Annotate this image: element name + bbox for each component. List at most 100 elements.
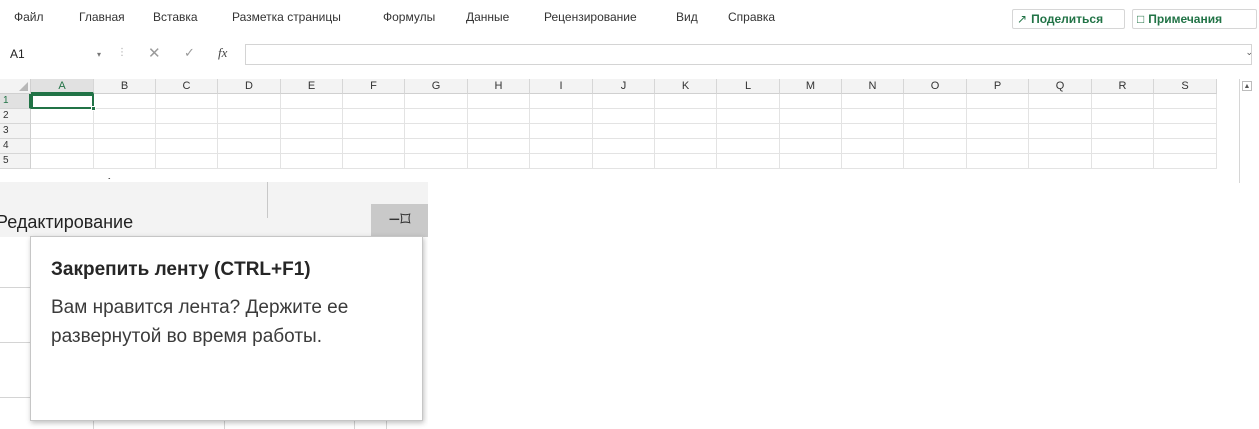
column-header-j[interactable]: J <box>593 79 655 94</box>
cell-a3[interactable] <box>31 124 94 139</box>
cell-n5[interactable] <box>842 154 904 169</box>
row-header-5[interactable]: 5 <box>0 154 31 169</box>
cell-d4[interactable] <box>218 139 281 154</box>
cell-m4[interactable] <box>780 139 842 154</box>
cell-p4[interactable] <box>967 139 1029 154</box>
fill-handle[interactable] <box>91 106 96 111</box>
column-header-q[interactable]: Q <box>1029 79 1092 94</box>
vertical-scrollbar[interactable]: ▲ <box>1239 79 1253 183</box>
cell-j1[interactable] <box>593 94 655 109</box>
column-header-m[interactable]: M <box>780 79 842 94</box>
cell-b4[interactable] <box>94 139 156 154</box>
tab-view[interactable]: Вид <box>676 10 698 24</box>
cell-k1[interactable] <box>655 94 717 109</box>
scroll-up-icon[interactable]: ▲ <box>1242 81 1252 91</box>
tab-home[interactable]: Главная <box>79 10 125 24</box>
cell-s5[interactable] <box>1154 154 1217 169</box>
comments-button[interactable]: □ Примечания <box>1132 9 1257 29</box>
cell-q3[interactable] <box>1029 124 1092 139</box>
tab-data[interactable]: Данные <box>466 10 509 24</box>
cell-h1[interactable] <box>468 94 530 109</box>
cell-q4[interactable] <box>1029 139 1092 154</box>
cell-r5[interactable] <box>1092 154 1154 169</box>
column-header-p[interactable]: P <box>967 79 1029 94</box>
cell-r1[interactable] <box>1092 94 1154 109</box>
cell-s1[interactable] <box>1154 94 1217 109</box>
spreadsheet-grid[interactable]: ▲ ABCDEFGHIJKLMNOPQRS 12345 <box>0 79 1259 183</box>
share-button[interactable]: ↗ Поделиться <box>1012 9 1125 29</box>
cell-c1[interactable] <box>156 94 218 109</box>
cell-b5[interactable] <box>94 154 156 169</box>
cell-d2[interactable] <box>218 109 281 124</box>
cell-b3[interactable] <box>94 124 156 139</box>
cell-o4[interactable] <box>904 139 967 154</box>
cell-i3[interactable] <box>530 124 593 139</box>
active-cell-selection[interactable] <box>31 94 96 111</box>
cell-k5[interactable] <box>655 154 717 169</box>
cell-o5[interactable] <box>904 154 967 169</box>
cell-g2[interactable] <box>405 109 468 124</box>
cell-i4[interactable] <box>530 139 593 154</box>
cell-p1[interactable] <box>967 94 1029 109</box>
tab-formulas[interactable]: Формулы <box>383 10 435 24</box>
cell-j3[interactable] <box>593 124 655 139</box>
tab-review[interactable]: Рецензирование <box>544 10 637 24</box>
cell-l3[interactable] <box>717 124 780 139</box>
tab-insert[interactable]: Вставка <box>153 10 198 24</box>
cell-o2[interactable] <box>904 109 967 124</box>
tab-file[interactable]: Файл <box>14 10 44 24</box>
column-header-e[interactable]: E <box>281 79 343 94</box>
cell-d3[interactable] <box>218 124 281 139</box>
cell-k3[interactable] <box>655 124 717 139</box>
cell-f2[interactable] <box>343 109 405 124</box>
cell-f1[interactable] <box>343 94 405 109</box>
row-header-2[interactable]: 2 <box>0 109 31 124</box>
cell-k2[interactable] <box>655 109 717 124</box>
cell-b2[interactable] <box>94 109 156 124</box>
column-header-b[interactable]: B <box>94 79 156 94</box>
cell-b1[interactable] <box>94 94 156 109</box>
pin-ribbon-button[interactable]: −⌑ <box>371 204 428 237</box>
cell-r4[interactable] <box>1092 139 1154 154</box>
cell-c5[interactable] <box>156 154 218 169</box>
cell-n3[interactable] <box>842 124 904 139</box>
cell-n2[interactable] <box>842 109 904 124</box>
column-header-o[interactable]: O <box>904 79 967 94</box>
cell-r3[interactable] <box>1092 124 1154 139</box>
cell-s2[interactable] <box>1154 109 1217 124</box>
column-header-k[interactable]: K <box>655 79 717 94</box>
cell-j5[interactable] <box>593 154 655 169</box>
cell-a5[interactable] <box>31 154 94 169</box>
cell-p5[interactable] <box>967 154 1029 169</box>
cell-n4[interactable] <box>842 139 904 154</box>
cell-h4[interactable] <box>468 139 530 154</box>
cell-h5[interactable] <box>468 154 530 169</box>
column-header-a[interactable]: A <box>31 79 94 94</box>
cancel-icon[interactable]: ✕ <box>148 44 161 62</box>
cell-d5[interactable] <box>218 154 281 169</box>
cell-m5[interactable] <box>780 154 842 169</box>
column-header-s[interactable]: S <box>1154 79 1217 94</box>
cell-m3[interactable] <box>780 124 842 139</box>
cell-i2[interactable] <box>530 109 593 124</box>
cell-j2[interactable] <box>593 109 655 124</box>
cell-d1[interactable] <box>218 94 281 109</box>
cell-q1[interactable] <box>1029 94 1092 109</box>
cell-g1[interactable] <box>405 94 468 109</box>
row-header-1[interactable]: 1 <box>0 94 31 109</box>
cell-a4[interactable] <box>31 139 94 154</box>
cell-i1[interactable] <box>530 94 593 109</box>
row-header-4[interactable]: 4 <box>0 139 31 154</box>
cell-s4[interactable] <box>1154 139 1217 154</box>
cell-o1[interactable] <box>904 94 967 109</box>
column-header-r[interactable]: R <box>1092 79 1154 94</box>
cell-e5[interactable] <box>281 154 343 169</box>
column-header-h[interactable]: H <box>468 79 530 94</box>
cell-m1[interactable] <box>780 94 842 109</box>
cell-q5[interactable] <box>1029 154 1092 169</box>
cell-g4[interactable] <box>405 139 468 154</box>
cell-r2[interactable] <box>1092 109 1154 124</box>
cell-e4[interactable] <box>281 139 343 154</box>
cell-c2[interactable] <box>156 109 218 124</box>
cell-l2[interactable] <box>717 109 780 124</box>
